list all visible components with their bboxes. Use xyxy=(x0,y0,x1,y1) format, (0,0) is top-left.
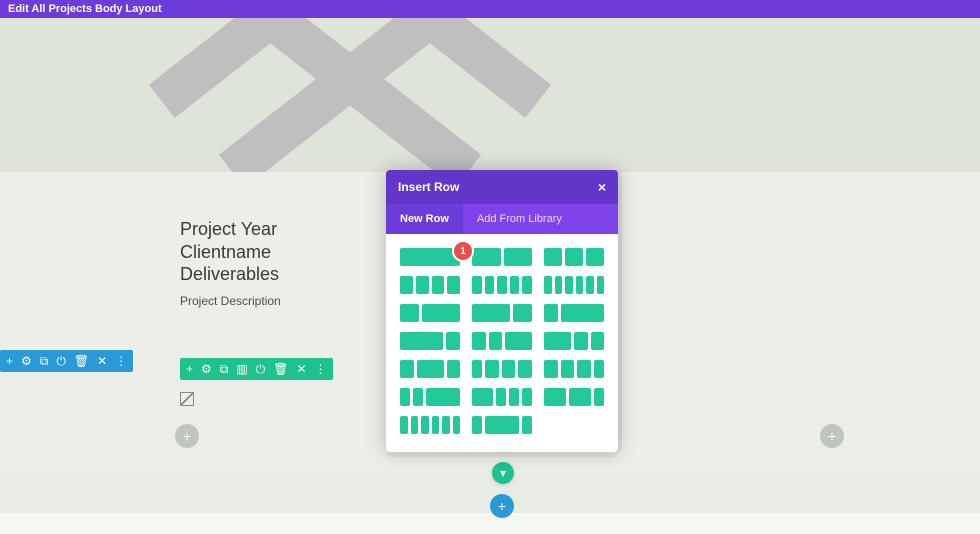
layout-option-n-w-n[interactable] xyxy=(472,416,532,434)
add-module-button-right[interactable]: + xyxy=(820,424,844,448)
project-text-block: Project Year Clientname Deliverables Pro… xyxy=(180,218,281,308)
power-icon[interactable]: ⏻ xyxy=(56,355,66,367)
layout-option-grid: 1 xyxy=(386,234,618,452)
close-icon[interactable]: × xyxy=(598,179,606,195)
modal-tabs: New Row Add From Library xyxy=(386,204,618,234)
close-icon[interactable]: ✕ xyxy=(296,363,306,375)
gear-icon[interactable]: ⚙ xyxy=(201,363,212,375)
add-module-button-left[interactable]: + xyxy=(175,424,199,448)
layout-option-6narrow[interactable] xyxy=(400,416,460,434)
hero-background xyxy=(0,18,980,172)
trash-icon[interactable]: 🗑 xyxy=(273,363,288,375)
add-icon[interactable]: + xyxy=(186,363,193,375)
layout-option-6col[interactable] xyxy=(544,276,604,294)
layout-option-1-2-1[interactable] xyxy=(400,360,460,378)
row-collapse-handle[interactable] xyxy=(492,462,514,484)
step-badge: 1 xyxy=(454,242,472,260)
broken-image-icon xyxy=(180,392,194,406)
more-icon[interactable]: ⋮ xyxy=(115,355,127,367)
bottom-strip xyxy=(0,513,980,534)
section-toolbar[interactable]: + ⚙ ⧉ ⏻ 🗑 ✕ ⋮ xyxy=(0,350,133,372)
layout-option-w-n-n-n[interactable] xyxy=(472,388,532,406)
columns-icon[interactable]: ▥ xyxy=(236,363,247,375)
row-toolbar[interactable]: + ⚙ ⧉ ▥ ⏻ 🗑 ✕ ⋮ xyxy=(180,358,333,380)
trash-icon[interactable]: 🗑 xyxy=(74,355,89,367)
top-bar: Edit All Projects Body Layout xyxy=(0,0,980,18)
modal-header[interactable]: Insert Row × xyxy=(386,170,618,204)
layout-option-nn-w[interactable] xyxy=(400,388,460,406)
layout-option-1-3[interactable] xyxy=(544,304,604,322)
add-icon[interactable]: + xyxy=(6,355,13,367)
more-icon[interactable]: ⋮ xyxy=(315,363,327,375)
layout-option-1-4[interactable] xyxy=(472,360,532,378)
layout-option-3col[interactable] xyxy=(544,248,604,266)
modal-title: Insert Row xyxy=(398,180,459,194)
layout-option-2col[interactable] xyxy=(472,248,532,266)
layout-option-4col[interactable] xyxy=(400,276,460,294)
gear-icon[interactable]: ⚙ xyxy=(21,355,32,367)
layout-option-w-w-n[interactable] xyxy=(544,388,604,406)
layout-option-1col[interactable] xyxy=(400,248,460,266)
add-section-button[interactable]: + xyxy=(490,494,514,518)
project-year-label: Project Year xyxy=(180,218,281,241)
layout-option-1-2[interactable] xyxy=(400,304,460,322)
layout-option-5col[interactable] xyxy=(472,276,532,294)
layout-option-4-1[interactable] xyxy=(544,360,604,378)
duplicate-icon[interactable]: ⧉ xyxy=(220,363,229,375)
layout-option-3-1[interactable] xyxy=(400,332,460,350)
project-deliverables-label: Deliverables xyxy=(180,263,281,286)
layout-option-2-1-1[interactable] xyxy=(544,332,604,350)
insert-row-modal: Insert Row × New Row Add From Library 1 xyxy=(386,170,618,452)
layout-option-2-1[interactable] xyxy=(472,304,532,322)
project-description-label: Project Description xyxy=(180,294,281,308)
power-icon[interactable]: ⏻ xyxy=(256,363,266,375)
top-bar-title: Edit All Projects Body Layout xyxy=(8,3,162,15)
layout-option-1-1-2[interactable] xyxy=(472,332,532,350)
tab-from-library[interactable]: Add From Library xyxy=(463,204,576,234)
close-icon[interactable]: ✕ xyxy=(97,355,107,367)
tab-new-row[interactable]: New Row xyxy=(386,204,463,234)
project-client-label: Clientname xyxy=(180,241,281,264)
duplicate-icon[interactable]: ⧉ xyxy=(40,355,49,367)
